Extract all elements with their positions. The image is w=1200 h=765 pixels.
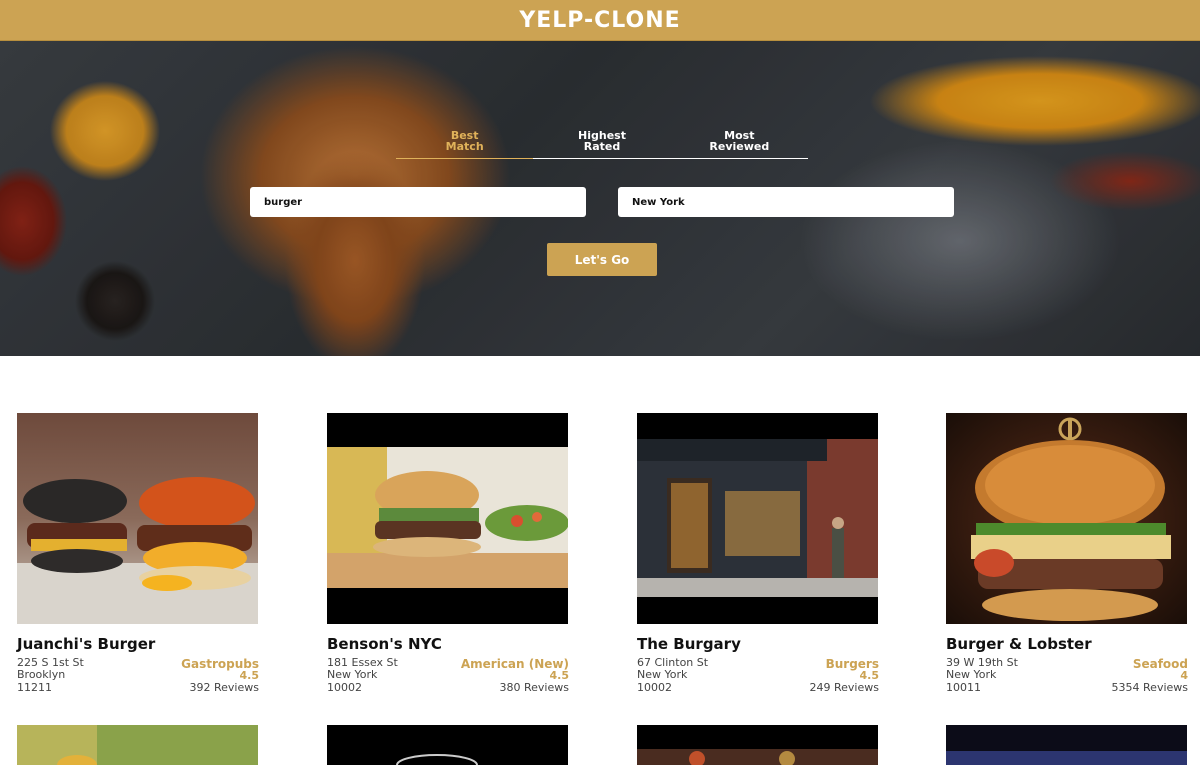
sort-tab-label-line2: Match	[445, 140, 484, 153]
business-review-count: 392 Reviews	[189, 681, 259, 694]
sort-tab-label-line2: Reviewed	[709, 140, 770, 153]
sort-tab-best-match[interactable]: Best Match	[396, 130, 534, 159]
business-name[interactable]: Juanchi's Burger	[17, 635, 155, 653]
business-image	[637, 413, 878, 624]
business-name[interactable]: The Burgary	[637, 635, 741, 653]
business-zip: 10002	[327, 681, 362, 694]
business-city: New York	[327, 668, 378, 681]
search-hero: Best Match Highest Rated Most Reviewed L…	[0, 41, 1200, 356]
business-zip: 11211	[17, 681, 52, 694]
business-city: New York	[637, 668, 688, 681]
hero-background-image	[0, 41, 1200, 356]
business-image	[17, 413, 258, 624]
sort-options: Best Match Highest Rated Most Reviewed	[396, 130, 808, 159]
business-zip: 10002	[637, 681, 672, 694]
business-card-partial[interactable]	[17, 725, 258, 765]
business-city: New York	[946, 668, 997, 681]
business-image	[946, 413, 1187, 624]
search-term-input[interactable]	[250, 187, 586, 217]
search-location-input[interactable]	[618, 187, 954, 217]
lets-go-button[interactable]: Let's Go	[547, 243, 657, 276]
app-title: YELP-CLONE	[519, 7, 681, 33]
sort-tab-most-reviewed[interactable]: Most Reviewed	[671, 130, 808, 158]
business-card-partial[interactable]	[637, 725, 878, 765]
business-city: Brooklyn	[17, 668, 66, 681]
header-bar: YELP-CLONE	[0, 0, 1200, 41]
business-review-count: 5354 Reviews	[1111, 681, 1188, 694]
business-card-partial[interactable]	[327, 725, 568, 765]
business-review-count: 380 Reviews	[499, 681, 569, 694]
business-zip: 10011	[946, 681, 981, 694]
business-name[interactable]: Burger & Lobster	[946, 635, 1092, 653]
business-card-partial[interactable]	[946, 725, 1187, 765]
sort-tab-highest-rated[interactable]: Highest Rated	[533, 130, 670, 158]
sort-tab-label-line2: Rated	[583, 140, 621, 153]
business-name[interactable]: Benson's NYC	[327, 635, 442, 653]
business-review-count: 249 Reviews	[809, 681, 879, 694]
business-image	[327, 413, 568, 624]
